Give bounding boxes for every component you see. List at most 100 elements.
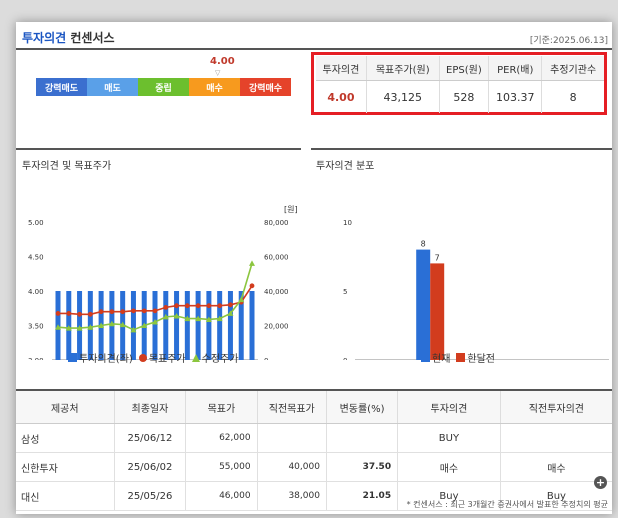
consensus-value: 43,125 [366, 80, 440, 113]
target-price-point [163, 304, 169, 310]
legend-label: 수정주가 [201, 354, 239, 365]
opinion-scale-seg: 강력매수 [240, 78, 291, 96]
consensus-value: 4.00 [316, 80, 367, 113]
opinion-scale-seg: 강력매도 [36, 78, 87, 96]
table-cell: 21.05 [326, 481, 399, 511]
consensus-table: 투자의견 목표주가(원) EPS(원) PER(배) 추정기관수 4.00 43,125 5… [316, 56, 604, 113]
y-tick: 5 [343, 288, 347, 296]
legend-label: 현재 [432, 354, 451, 365]
table-cell: 대신 [16, 481, 115, 511]
legend-label: 한달전 [467, 354, 496, 365]
table-cell: 삼성 [16, 423, 115, 453]
more-button[interactable]: + [594, 476, 607, 489]
circle-icon [138, 353, 147, 362]
right-chart-legend: 현재 한달전 [421, 350, 501, 365]
legend-label: 목표주가 [148, 354, 186, 365]
opinion-scale-seg: 매수 [189, 78, 240, 96]
consensus-header: PER(배) [488, 56, 543, 81]
footnote: * 컨센서스 : 최근 3개월간 증권사에서 발표한 추정치의 평균 [406, 500, 608, 509]
consensus-header: 투자의견 [316, 56, 367, 81]
legend-item: 수정주가 [191, 350, 239, 365]
y-right-tick: 40,000 [264, 288, 289, 296]
table-cell: 25/06/02 [114, 452, 187, 482]
right-chart-divider [311, 148, 612, 150]
table-cell [500, 423, 612, 453]
y-tick: 10 [343, 219, 352, 227]
table-cell: 25/05/26 [114, 481, 187, 511]
data-label: 8 [421, 240, 426, 249]
y-right-tick: 0 [264, 357, 268, 360]
adjusted-price-point [249, 260, 255, 266]
target-price-point [152, 308, 158, 314]
opinion-marker-icon: ▽ [215, 69, 221, 77]
y-left-tick: 3.50 [28, 323, 44, 331]
base-date: [기준:2025.06.13] [529, 36, 608, 46]
opinion-distribution-chart: 1050강력매수매수87중립매도강력매도 [343, 219, 609, 360]
legend-label: 투자의견(좌) [79, 354, 133, 365]
target-price-point [206, 303, 212, 309]
target-price-point [120, 309, 126, 315]
month-ago-bar [430, 263, 445, 360]
column-header: 제공처 [16, 389, 115, 424]
y-right-tick: 20,000 [264, 323, 289, 331]
table-cell: 46,000 [185, 481, 258, 511]
column-header: 변동률(%) [326, 389, 399, 424]
table-cell: BUY [397, 423, 501, 453]
right-chart-title: 투자의견 분포 [316, 161, 375, 172]
table-row: 신한투자 25/06/02 55,000 40,000 37.50 매수 매수 [16, 452, 612, 482]
table-cell: 40,000 [257, 452, 327, 482]
consensus-header: EPS(원) [439, 56, 490, 81]
target-price-point [55, 311, 61, 316]
square-icon [456, 353, 466, 362]
table-cell: 62,000 [185, 423, 258, 453]
square-icon [68, 353, 77, 362]
table-cell: 37.50 [326, 452, 399, 482]
opinion-scale-seg: 매도 [87, 78, 138, 96]
broker-table: 제공처 최종일자 목표가 직전목표가 변동률(%) 투자의견 직전투자의견 삼성 25/06/… [16, 389, 612, 511]
section-title: 투자의견 컨센서스 [22, 29, 115, 46]
y-right-tick: 60,000 [264, 254, 289, 262]
y-right-tick: 80,000 [264, 219, 289, 227]
opinion-bar [249, 291, 255, 360]
left-chart-divider [16, 148, 301, 150]
opinion-scale: 강력매도 매도 중립 매수 강력매수 [36, 78, 291, 96]
table-cell: 38,000 [257, 481, 327, 511]
consensus-header: 추정기관수 [541, 56, 604, 81]
column-header: 직전목표가 [257, 389, 327, 424]
title-accent: 투자의견 [22, 31, 67, 45]
target-price-point [174, 303, 179, 309]
target-price-point [195, 303, 201, 309]
square-icon [421, 353, 430, 362]
target-price-point [217, 303, 223, 309]
table-cell [257, 423, 327, 453]
y-left-tick: 4.00 [28, 288, 44, 296]
target-price-point [249, 283, 255, 289]
consensus-value: 528 [439, 80, 490, 113]
investment-opinion-panel: 투자의견 컨센서스 [기준:2025.06.13] 4.00 ▽ 강력매도 매도 중… [16, 22, 612, 514]
table-cell: 신한투자 [16, 452, 115, 482]
target-price-point [228, 302, 233, 308]
target-price-point [87, 311, 93, 317]
column-header: 직전투자의견 [500, 389, 612, 424]
legend-item: 현재 [421, 350, 450, 365]
legend-item: 한달전 [456, 350, 495, 365]
data-label: 7 [435, 253, 440, 262]
opinion-marker-value: 4.00 [210, 56, 235, 67]
table-row: 삼성 25/06/12 62,000 BUY [16, 423, 612, 453]
column-header: 최종일자 [114, 389, 187, 424]
current-bar [416, 249, 431, 360]
legend-item: 목표주가 [138, 350, 186, 365]
opinion-target-chart: [원] 5.00 4.50 4.00 3.50 3.00 80,000 60,000 40,00… [28, 205, 298, 360]
table-cell [326, 423, 399, 453]
target-price-point [141, 308, 147, 314]
y-left-tick: 4.50 [28, 254, 44, 262]
left-chart-title: 투자의견 및 목표주가 [22, 161, 112, 172]
target-price-point [66, 311, 72, 316]
table-cell: 매수 [397, 452, 501, 482]
consensus-value: 8 [569, 90, 577, 104]
column-header: 목표가 [185, 389, 258, 424]
y-tick: 0 [343, 357, 347, 360]
y-left-tick: 5.00 [28, 219, 44, 227]
target-price-point [184, 303, 190, 309]
left-chart-legend: 투자의견(좌) 목표주가 수정주가 [68, 350, 244, 365]
